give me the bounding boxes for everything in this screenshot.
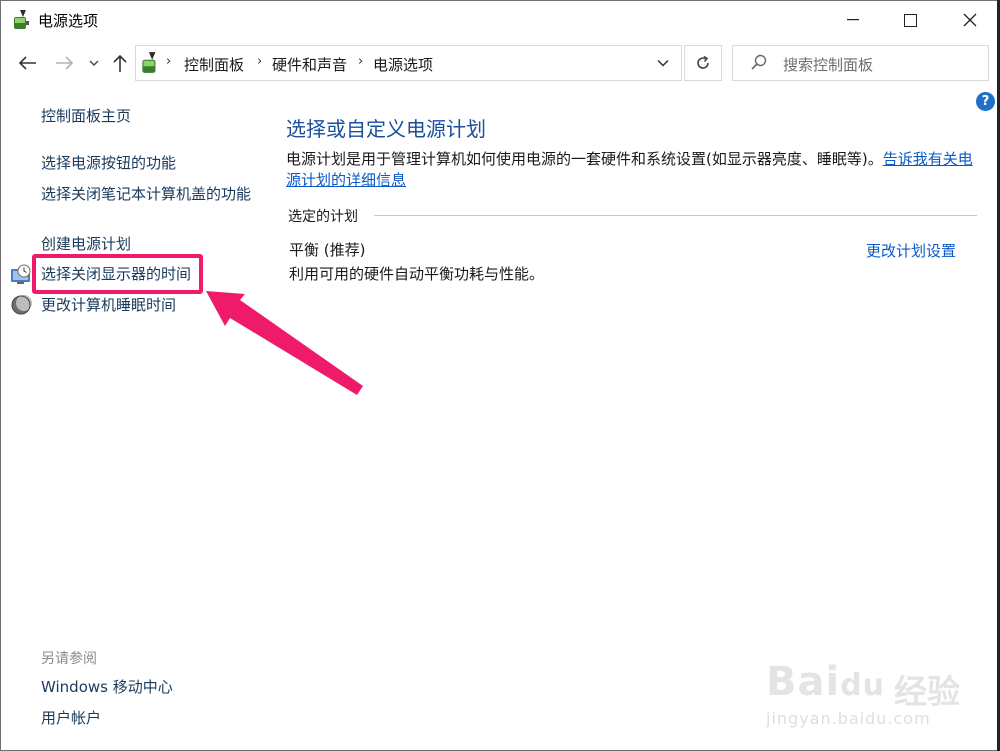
- watermark: Baidu 经验 jingyan.baidu.com: [756, 641, 986, 741]
- power-options-icon: [14, 10, 29, 29]
- plan-description: 利用可用的硬件自动平衡功耗与性能。: [289, 265, 545, 283]
- window-title: 电源选项: [38, 12, 99, 30]
- recent-locations-button[interactable]: [87, 51, 101, 75]
- forward-button[interactable]: [53, 51, 77, 75]
- breadcrumb-hardware-sound[interactable]: 硬件和声音: [272, 54, 347, 75]
- title-bar[interactable]: 电源选项: [1, 1, 999, 39]
- power-options-icon: [142, 52, 156, 73]
- back-button[interactable]: [15, 51, 39, 75]
- choose-power-button-link[interactable]: 选择电源按钮的功能: [41, 153, 176, 174]
- refresh-icon: [697, 55, 709, 69]
- address-history-button[interactable]: [646, 46, 680, 80]
- power-options-window: 电源选项 › 控制面板 › 硬件和声音 › 电源选项 搜索控制面板 ? 控制面板…: [0, 0, 1000, 751]
- maximize-button[interactable]: [887, 1, 933, 39]
- address-bar[interactable]: › 控制面板 › 硬件和声音 › 电源选项: [135, 45, 682, 81]
- search-icon: [751, 54, 767, 70]
- plan-name: 平衡 (推荐): [289, 241, 366, 259]
- moon-icon: [11, 295, 32, 315]
- change-plan-settings-link[interactable]: 更改计划设置: [866, 240, 956, 261]
- watermark-url: jingyan.baidu.com: [766, 709, 931, 728]
- page-description: 电源计划是用于管理计算机如何使用电源的一套硬件和系统设置(如显示器亮度、睡眠等)…: [286, 149, 986, 191]
- watermark-brand: Baidu: [766, 659, 886, 705]
- search-placeholder: 搜索控制面板: [783, 56, 874, 74]
- change-sleep-time-link[interactable]: 更改计算机睡眠时间: [41, 295, 176, 316]
- page-title: 选择或自定义电源计划: [286, 117, 486, 141]
- arrow-right-icon: [56, 56, 74, 70]
- breadcrumb-separator[interactable]: ›: [166, 54, 171, 69]
- up-button[interactable]: [109, 51, 131, 75]
- navigation-bar: › 控制面板 › 硬件和声音 › 电源选项 搜索控制面板: [1, 39, 999, 87]
- highlight-annotation: [32, 254, 203, 294]
- chevron-down-icon: [89, 60, 99, 66]
- user-accounts-link[interactable]: 用户帐户: [41, 708, 101, 729]
- help-icon[interactable]: ?: [976, 92, 995, 111]
- description-text: 电源计划是用于管理计算机如何使用电源的一套硬件和系统设置(如显示器亮度、睡眠等)…: [286, 150, 883, 168]
- arrow-up-icon: [113, 54, 127, 72]
- breadcrumb-control-panel[interactable]: 控制面板: [184, 54, 244, 75]
- control-panel-home-link[interactable]: 控制面板主页: [41, 106, 131, 127]
- divider: [374, 215, 977, 216]
- create-power-plan-link[interactable]: 创建电源计划: [41, 234, 131, 255]
- see-also-heading: 另请参阅: [41, 651, 97, 667]
- arrow-left-icon: [18, 56, 36, 70]
- breadcrumb-separator[interactable]: ›: [257, 54, 262, 69]
- search-input[interactable]: 搜索控制面板: [732, 45, 989, 81]
- minimize-button[interactable]: [830, 1, 876, 39]
- display-clock-icon: [11, 264, 31, 284]
- selected-plan-heading: 选定的计划: [288, 209, 358, 225]
- breadcrumb-power-options[interactable]: 电源选项: [373, 54, 433, 75]
- close-button[interactable]: [947, 1, 993, 39]
- breadcrumb-separator[interactable]: ›: [358, 54, 363, 69]
- windows-mobility-center-link[interactable]: Windows 移动中心: [41, 677, 173, 698]
- chevron-down-icon: [657, 59, 669, 67]
- choose-lid-close-link[interactable]: 选择关闭笔记本计算机盖的功能: [41, 184, 251, 205]
- refresh-button[interactable]: [684, 45, 722, 81]
- pointer-arrow-annotation: [206, 291, 363, 395]
- watermark-brand-cn: 经验: [894, 672, 960, 711]
